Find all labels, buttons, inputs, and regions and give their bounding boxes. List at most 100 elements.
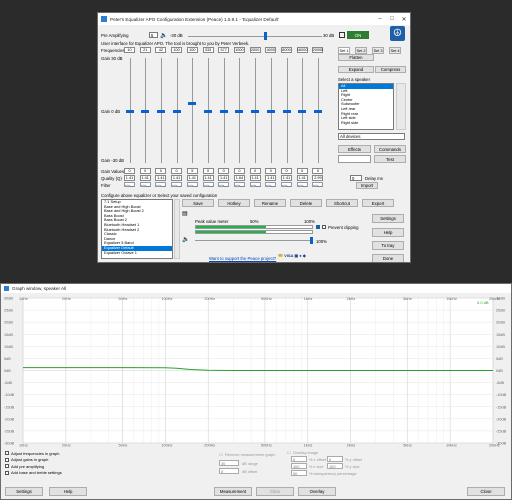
import-button[interactable]: Import bbox=[356, 182, 378, 189]
quality-input[interactable]: 1.41 bbox=[202, 175, 214, 181]
y-size-input[interactable]: 100 bbox=[327, 463, 343, 469]
frequency-input[interactable]: 577 bbox=[218, 47, 230, 53]
to-tray-button[interactable]: To tray bbox=[372, 241, 404, 250]
filter-type-select[interactable] bbox=[265, 182, 277, 188]
quality-input[interactable]: 1.41 bbox=[186, 175, 198, 181]
quality-input[interactable]: 1.41 bbox=[281, 175, 292, 181]
maximize-icon[interactable]: □ bbox=[386, 13, 398, 25]
help-button[interactable]: Help bbox=[372, 228, 404, 237]
x-size-input[interactable]: 100 bbox=[291, 463, 307, 469]
tab-set-4[interactable]: Set 4 bbox=[389, 47, 401, 54]
gain-value-input[interactable]: 5 bbox=[186, 168, 198, 174]
gain-fader-thumb[interactable] bbox=[188, 102, 197, 105]
filter-type-select[interactable] bbox=[233, 182, 245, 188]
flatten-button[interactable]: Flatten bbox=[338, 54, 374, 61]
remove-measurement-checkbox[interactable]: ☐ bbox=[219, 452, 223, 457]
graph-option-checkbox[interactable] bbox=[5, 451, 9, 455]
frequency-input[interactable]: 100 bbox=[171, 47, 183, 53]
gain-value-input[interactable]: 0 bbox=[155, 168, 167, 174]
transparency-input[interactable]: 50 bbox=[291, 470, 307, 476]
prevent-clipping-checkbox[interactable] bbox=[322, 225, 326, 229]
gain-fader-thumb[interactable] bbox=[125, 110, 134, 113]
frequency-response-graph[interactable]: 30dB 30dB25dB 25dB20dB 20dB15dB 15dB10dB 10dB… bbox=[1, 293, 511, 448]
power-icon[interactable] bbox=[339, 32, 345, 38]
test-button[interactable]: Test bbox=[374, 155, 406, 163]
gain-value-input[interactable]: 0 bbox=[265, 168, 277, 174]
gain-value-input[interactable]: 0 bbox=[249, 168, 261, 174]
graph-titlebar[interactable]: Graph window, speaker All bbox=[1, 284, 511, 293]
db-offset-input[interactable]: 0 bbox=[219, 468, 239, 474]
measurement-button[interactable]: Measurement bbox=[214, 487, 252, 496]
support-link[interactable]: Want to support the Peace project? bbox=[209, 256, 276, 261]
filter-type-select[interactable] bbox=[218, 182, 230, 188]
volume-icon[interactable]: 🔈 bbox=[182, 236, 189, 243]
volume-slider-track[interactable] bbox=[195, 240, 313, 241]
gain-value-input[interactable]: 0 bbox=[139, 168, 151, 174]
graph-settings-button[interactable]: Settings bbox=[5, 487, 43, 496]
effects-button[interactable]: Effects bbox=[338, 145, 371, 153]
tab-set-3[interactable]: Set 3 bbox=[372, 47, 384, 54]
power-toggle[interactable]: ON bbox=[347, 31, 369, 39]
gain-fader-thumb[interactable] bbox=[204, 110, 212, 113]
gain-fader-thumb[interactable] bbox=[235, 110, 244, 113]
clear-button[interactable]: Clear bbox=[256, 487, 294, 496]
quality-input[interactable]: 1.41 bbox=[296, 175, 308, 181]
speaker-list[interactable]: All Left Right Center Subwoofer Left rear Righ… bbox=[338, 83, 394, 130]
filter-type-select[interactable] bbox=[249, 182, 261, 188]
quality-input[interactable]: 1.41 bbox=[249, 175, 261, 181]
gain-fader-thumb[interactable] bbox=[219, 110, 228, 113]
done-button[interactable]: Done bbox=[372, 254, 404, 262]
frequency-input[interactable]: 16000 bbox=[296, 47, 308, 53]
gain-fader-thumb[interactable] bbox=[251, 110, 260, 113]
gain-value-input[interactable]: 0 bbox=[296, 168, 308, 174]
shortcut-button[interactable]: Shortcut bbox=[326, 199, 358, 207]
devices-select[interactable]: All devices bbox=[338, 133, 405, 140]
gain-value-input[interactable]: 0 bbox=[233, 168, 245, 174]
close-icon[interactable]: ✕ bbox=[398, 13, 410, 25]
quality-input[interactable]: 1.41 bbox=[265, 175, 277, 181]
frequency-input[interactable]: 20000 bbox=[312, 47, 324, 53]
quality-input[interactable]: 1.41 bbox=[171, 175, 183, 181]
export-button[interactable]: Export bbox=[362, 199, 394, 207]
speaker-list-arrows[interactable] bbox=[396, 83, 406, 130]
config-list-item[interactable]: Equalizer Octave 1 bbox=[102, 250, 172, 256]
frequency-input[interactable]: 2000 bbox=[249, 47, 261, 53]
delay-input[interactable]: 0 bbox=[350, 175, 362, 181]
frequency-input[interactable]: 42 bbox=[155, 47, 167, 53]
gain-value-input[interactable]: 0 bbox=[171, 168, 183, 174]
quality-input[interactable]: 1.64 bbox=[233, 175, 245, 181]
graph-option-checkbox[interactable] bbox=[5, 464, 9, 468]
config-titlebar[interactable]: Peter's Equalizer APO Configuration Exte… bbox=[98, 13, 410, 25]
db-range-input[interactable]: 30 bbox=[219, 460, 239, 466]
config-list[interactable]: 7.1 Setup Base and High Boost Base and Hig… bbox=[101, 199, 173, 259]
rename-button[interactable]: Rename bbox=[254, 199, 286, 207]
gain-fader-thumb[interactable] bbox=[156, 110, 165, 113]
gain-fader-thumb[interactable] bbox=[266, 110, 275, 113]
pre-amp-slider-thumb[interactable] bbox=[264, 32, 267, 40]
filter-type-select[interactable] bbox=[312, 182, 324, 188]
graph-close-button[interactable]: Close bbox=[467, 487, 505, 496]
response-preview-icon[interactable] bbox=[338, 155, 371, 163]
quality-input[interactable]: 2.99 bbox=[312, 175, 324, 181]
graph-option-checkbox[interactable] bbox=[5, 470, 9, 475]
pre-amp-input[interactable]: 5 bbox=[149, 32, 158, 38]
save-button[interactable]: Save bbox=[182, 199, 214, 207]
speaker-icon[interactable]: 🔈 bbox=[160, 32, 167, 39]
graph-help-button[interactable]: Help bbox=[49, 487, 87, 496]
gain-value-input[interactable]: 0 bbox=[312, 168, 324, 174]
gain-fader-thumb[interactable] bbox=[298, 110, 307, 113]
overlay-button[interactable]: Overlay bbox=[298, 487, 336, 496]
quality-input[interactable]: 1.41 bbox=[218, 175, 230, 181]
frequency-input[interactable]: 1000 bbox=[233, 47, 245, 53]
gain-fader-track[interactable] bbox=[192, 58, 194, 163]
quality-input[interactable]: 1.41 bbox=[155, 175, 167, 181]
frequency-input[interactable]: 21 bbox=[139, 47, 151, 53]
frequency-input[interactable]: 8000 bbox=[281, 47, 292, 53]
frequency-input[interactable]: 4000 bbox=[265, 47, 277, 53]
gain-value-input[interactable]: 0 bbox=[124, 168, 135, 174]
gain-fader-thumb[interactable] bbox=[172, 110, 181, 113]
graph-option-checkbox[interactable] bbox=[5, 457, 9, 462]
overlay-image-checkbox[interactable]: ☐ bbox=[287, 450, 291, 455]
gain-value-input[interactable]: 0 bbox=[202, 168, 214, 174]
frequency-input[interactable]: 100 bbox=[186, 47, 198, 53]
